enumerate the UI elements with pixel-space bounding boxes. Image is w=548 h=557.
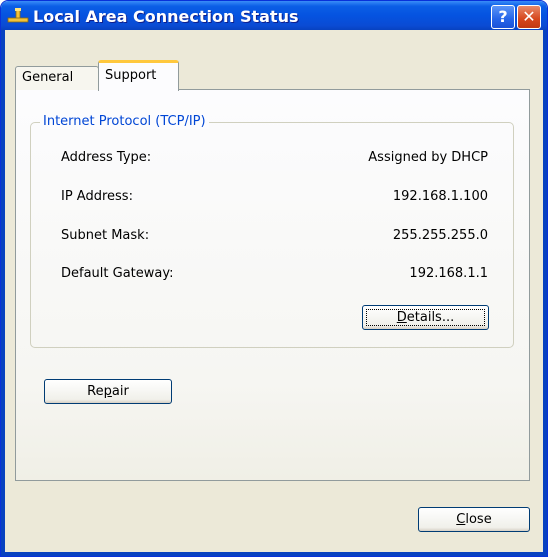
help-button[interactable]: ? [491,5,515,29]
default-gateway-value: 192.168.1.1 [409,266,488,281]
tab-general[interactable]: General [15,66,99,90]
close-button[interactable]: Close [418,507,530,532]
close-icon: ✕ [522,7,536,26]
details-button[interactable]: Details... [362,305,489,330]
ip-address-value: 192.168.1.100 [392,189,488,204]
network-connection-icon [7,7,29,25]
close-window-button[interactable]: ✕ [517,5,541,29]
address-type-label: Address Type: [61,150,152,165]
window-title: Local Area Connection Status [33,7,299,26]
ip-address-label: IP Address: [61,189,133,204]
tab-support[interactable]: Support [98,60,179,91]
focus-rectangle [366,309,485,326]
title-bar[interactable]: Local Area Connection Status ? ✕ [1,1,547,30]
repair-accelerator: p [103,384,112,399]
address-type-value: Assigned by DHCP [368,150,488,165]
subnet-mask-label: Subnet Mask: [61,228,150,243]
groupbox-title: Internet Protocol (TCP/IP) [40,114,209,129]
subnet-mask-value: 255.255.255.0 [392,228,488,243]
repair-button[interactable]: Repair [44,379,172,404]
default-gateway-label: Default Gateway: [61,266,174,281]
close-accelerator: C [456,512,466,527]
